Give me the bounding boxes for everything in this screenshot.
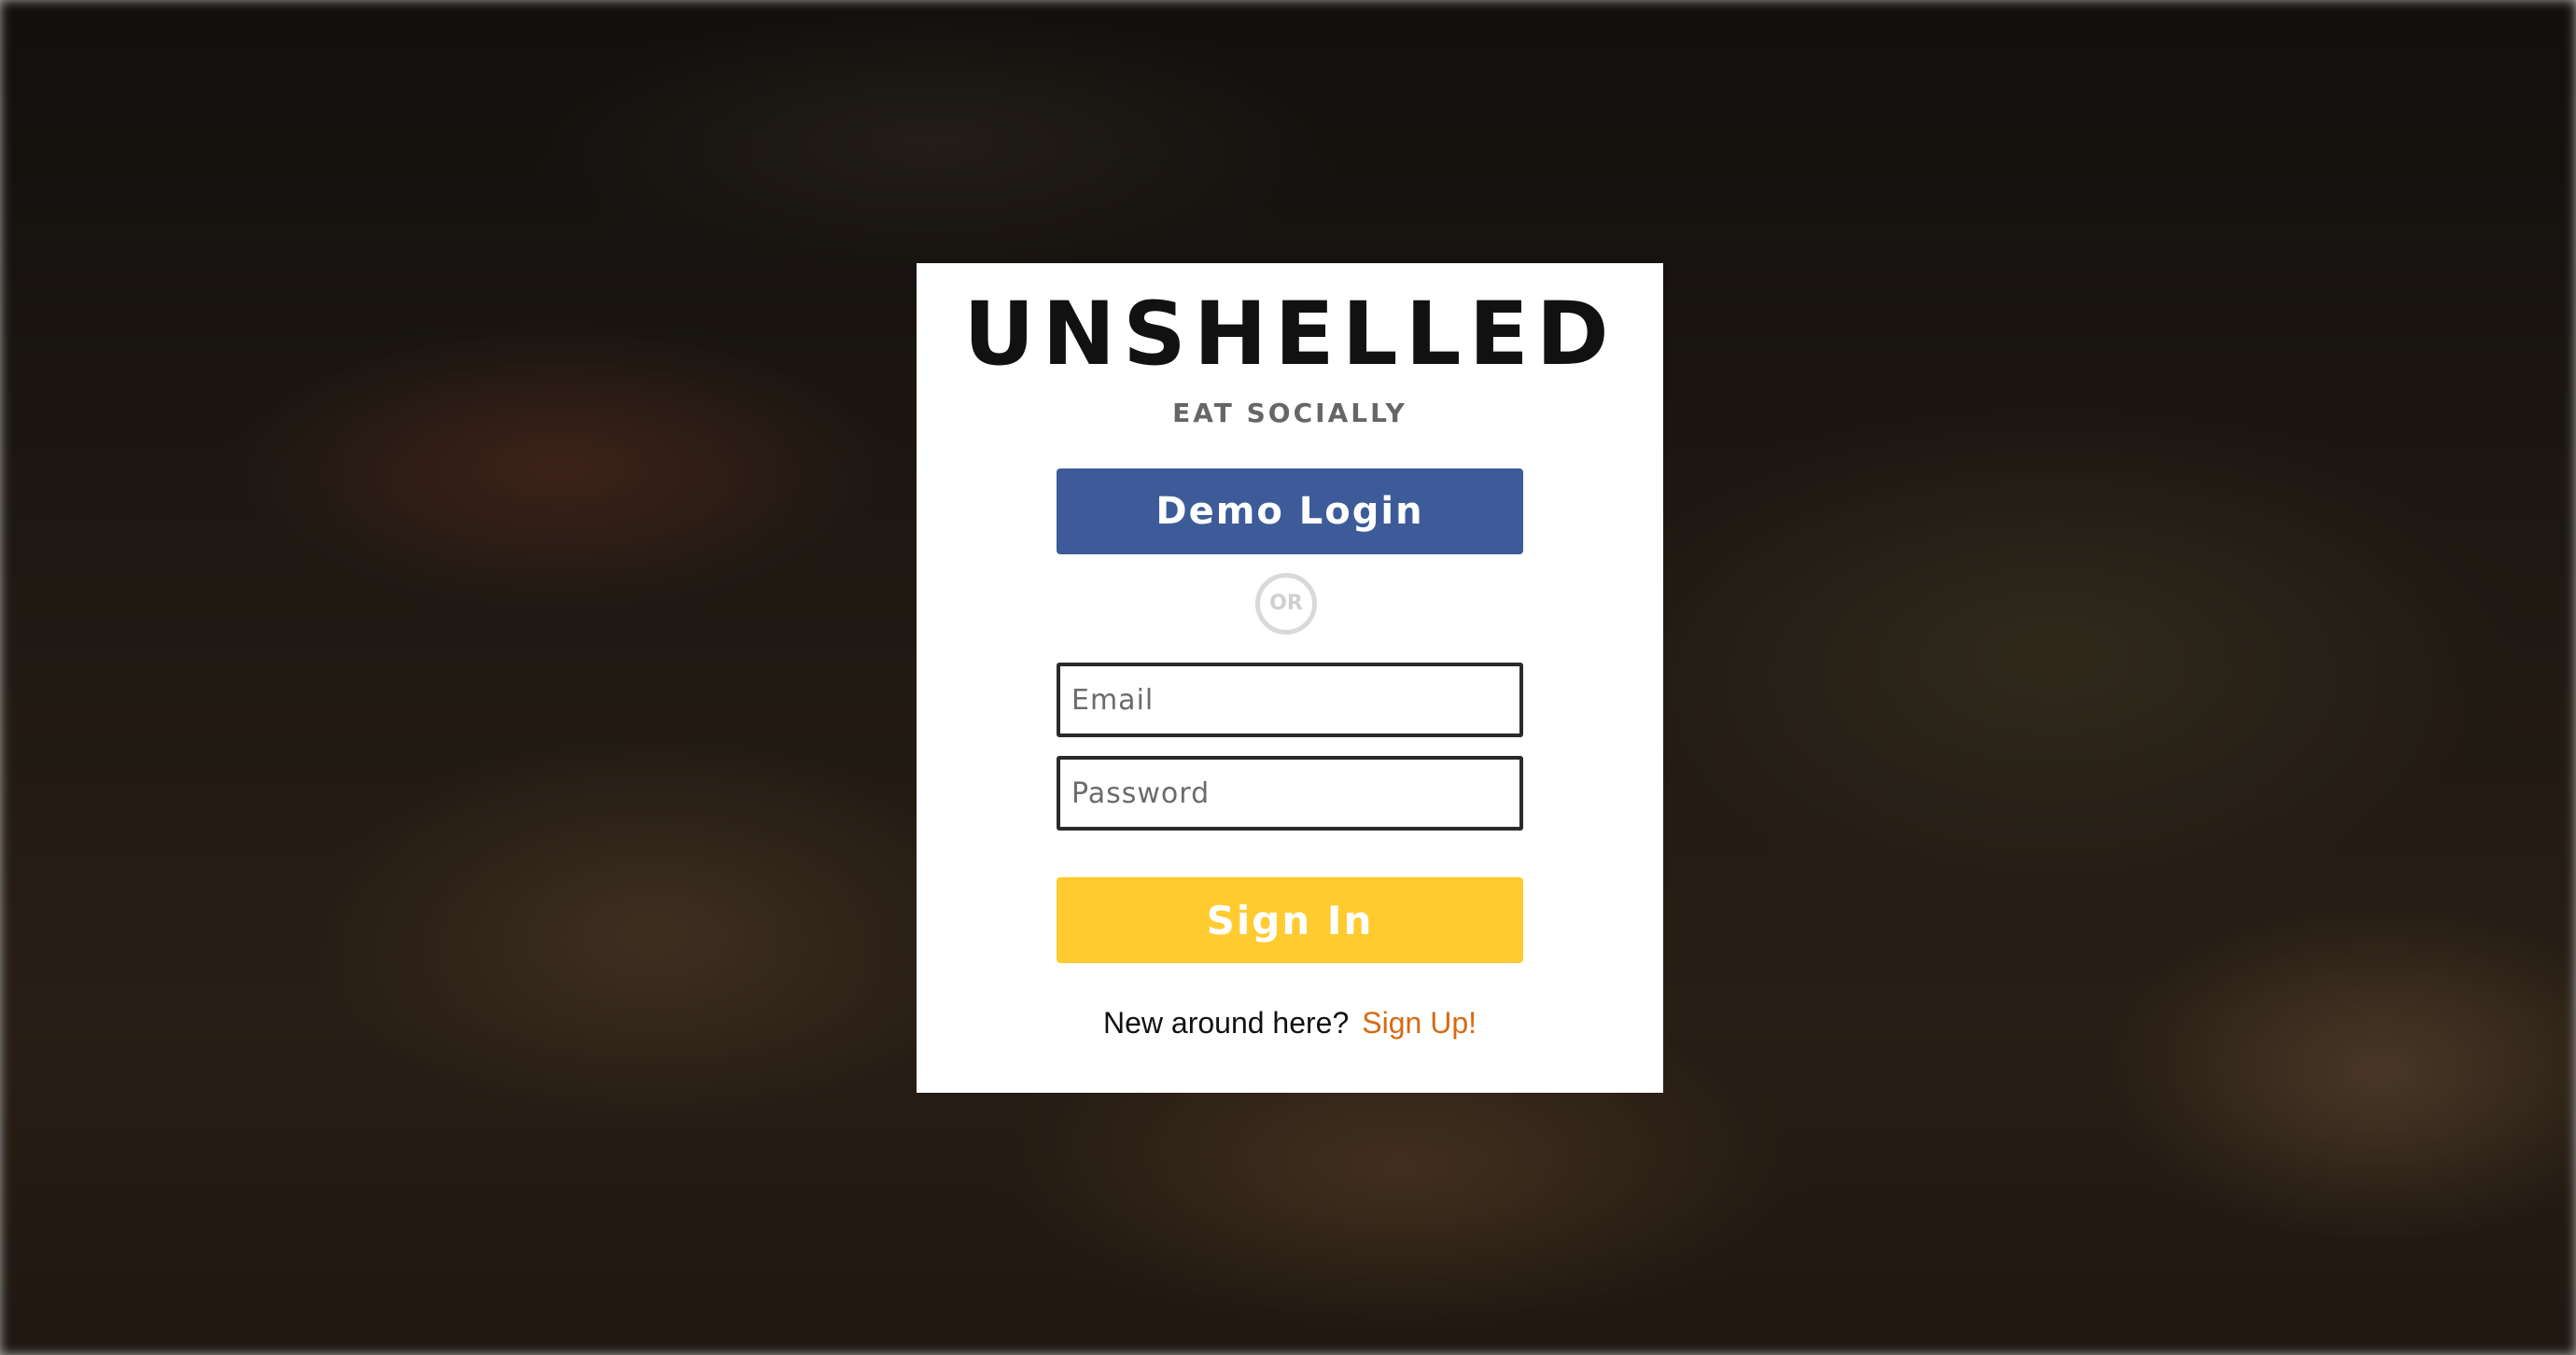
email-field[interactable] (1057, 663, 1523, 737)
brand-tagline: EAT SOCIALLY (1172, 398, 1407, 428)
or-divider: OR (1255, 573, 1317, 635)
signup-prompt: New around here? (1102, 1006, 1350, 1040)
demo-login-button[interactable]: Demo Login (1057, 468, 1523, 554)
brand-logo: UNSHELLED (963, 284, 1617, 385)
signup-row: New around here? Sign Up! (917, 1006, 1663, 1041)
sign-in-button[interactable]: Sign In (1057, 877, 1523, 963)
password-field[interactable] (1057, 756, 1523, 831)
sign-up-link[interactable]: Sign Up! (1362, 1006, 1477, 1040)
login-card: UNSHELLED EAT SOCIALLY Demo Login OR Sig… (917, 263, 1663, 1093)
